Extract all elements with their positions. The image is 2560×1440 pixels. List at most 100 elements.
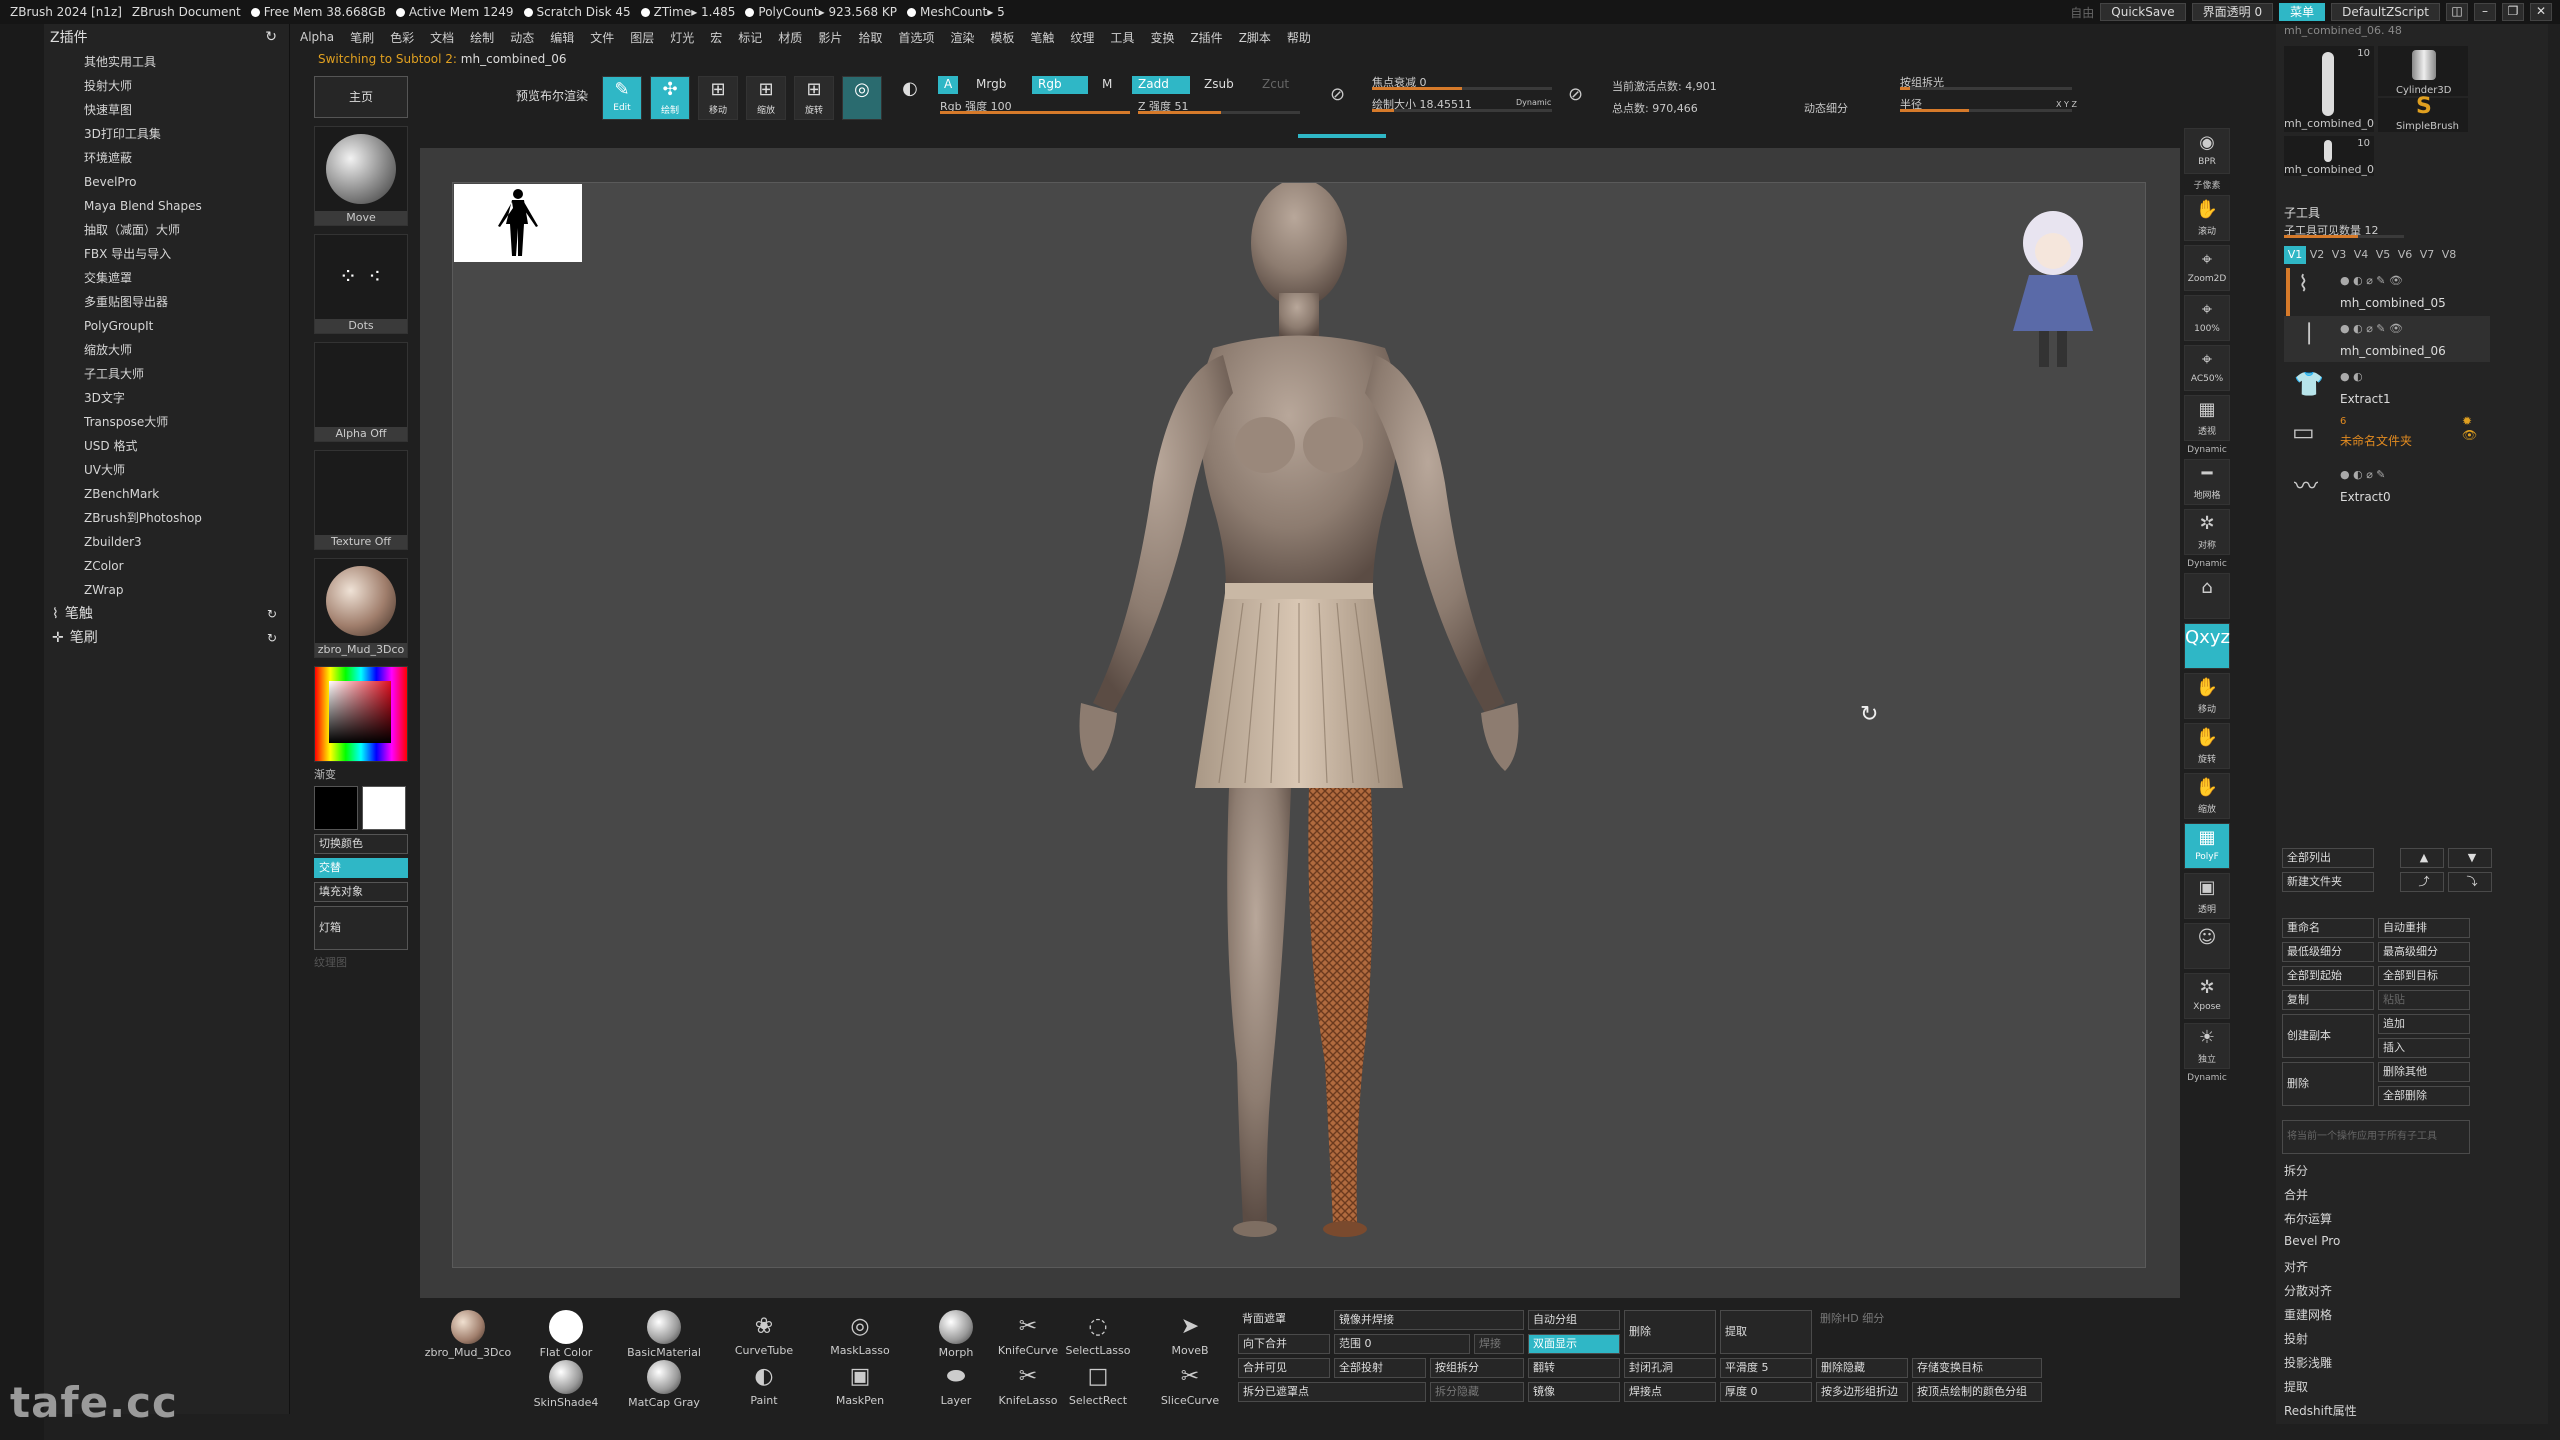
close-icon[interactable]: ✕	[2530, 3, 2552, 21]
view-shelf-button[interactable]: ✋ 缩放	[2184, 773, 2230, 819]
menu-item[interactable]: 标记	[738, 29, 762, 46]
plugin-item[interactable]: 抽取（减面）大师	[44, 218, 289, 242]
zadd-toggle[interactable]: Zadd	[1132, 76, 1190, 94]
menu-item[interactable]: 编辑	[550, 29, 574, 46]
lowest-subdiv-button[interactable]: 最低级细分	[2282, 942, 2374, 962]
subtool-visibility-toggles[interactable]: ● ◐	[2340, 370, 2363, 383]
document-canvas[interactable]	[452, 179, 2146, 1268]
view-shelf-button[interactable]: ⌖ 100%	[2184, 295, 2230, 341]
view-shelf-button[interactable]: ✲ Xpose	[2184, 973, 2230, 1019]
quicksave-button[interactable]: QuickSave	[2100, 3, 2186, 21]
zplugin-header[interactable]: Z插件 ↻	[44, 24, 289, 50]
folder-up-icon[interactable]: ⤴	[2400, 872, 2444, 892]
menu-item[interactable]: 材质	[778, 29, 802, 46]
z-intensity-slider[interactable]: Z 强度 51	[1138, 98, 1300, 114]
group-split-button[interactable]: 按组拆分	[1430, 1358, 1524, 1378]
plugin-item[interactable]: PolyGroupIt	[44, 314, 289, 338]
insert-button[interactable]: 插入	[2378, 1038, 2470, 1058]
home-button[interactable]: 主页	[314, 76, 408, 118]
plugin-item[interactable]: 3D打印工具集	[44, 122, 289, 146]
version-tab[interactable]: V6	[2394, 246, 2416, 264]
menu-item[interactable]: 宏	[710, 29, 722, 46]
rename-button[interactable]: 重命名	[2282, 918, 2374, 938]
polypaint-group-button[interactable]: 按顶点绘制的颜色分组	[1912, 1382, 2042, 1402]
all-to-target-button[interactable]: 全部到目标	[2378, 966, 2470, 986]
menu-item[interactable]: 动态	[510, 29, 534, 46]
folder-down-icon[interactable]: ⤵	[2448, 872, 2492, 892]
view-shelf-button[interactable]: Qxyz	[2184, 623, 2230, 669]
plugin-item[interactable]: ZColor	[44, 554, 289, 578]
split-hidden-button[interactable]: 拆分隐藏	[1430, 1382, 1524, 1402]
merge-visible-button[interactable]: 合并可见	[1238, 1358, 1330, 1378]
menu-item[interactable]: 变换	[1150, 29, 1174, 46]
plugin-item[interactable]: 3D文字	[44, 386, 289, 410]
fill-object-button[interactable]: 填充对象	[314, 882, 408, 902]
subtool-visibility-toggles[interactable]: ● ◐ ⌀ ✎	[2340, 468, 2386, 481]
tool-section-link[interactable]: 布尔运算	[2284, 1210, 2332, 1227]
delete-all-button[interactable]: 全部删除	[2378, 1086, 2470, 1106]
scale-button[interactable]: ⊞ 缩放	[746, 76, 786, 120]
plugin-item[interactable]: ZBrush到Photoshop	[44, 506, 289, 530]
zcut-toggle[interactable]: Zcut	[1256, 76, 1295, 94]
mrgb-toggle[interactable]: Mrgb	[970, 76, 1012, 94]
split-masked-button[interactable]: 拆分已遮罩点	[1238, 1382, 1426, 1402]
view-shelf-button[interactable]: ✲ 对称	[2184, 509, 2230, 555]
view-shelf-button[interactable]: ✋ 旋转	[2184, 723, 2230, 769]
shelf-brush-item[interactable]: BasicMaterial	[616, 1310, 712, 1359]
group-split-slider[interactable]: 按组拆光	[1900, 74, 2072, 90]
plugin-item[interactable]: 缩放大师	[44, 338, 289, 362]
material-selector[interactable]: zbro_Mud_3Dco	[314, 558, 408, 658]
shelf-brush-item[interactable]: ✂ SliceCurve	[1142, 1360, 1238, 1407]
version-tab[interactable]: V7	[2416, 246, 2438, 264]
menu-item[interactable]: 图层	[630, 29, 654, 46]
tool-section-link[interactable]: Redshift属性	[2284, 1402, 2357, 1419]
view-shelf-button[interactable]: ✋ 滚动	[2184, 195, 2230, 241]
append-button[interactable]: 追加	[2378, 1014, 2470, 1034]
focal-shift-slider[interactable]: 焦点衰减 0	[1372, 74, 1552, 90]
shelf-brush-item[interactable]: ◐ Paint	[716, 1360, 812, 1407]
tool-thumb-cylinder[interactable]: Cylinder3D	[2378, 46, 2468, 96]
shelf-brush-item[interactable]: zbro_Mud_3Dco	[420, 1310, 516, 1359]
tool-section-link[interactable]: 重建网格	[2284, 1306, 2332, 1323]
radius-slider[interactable]: 半径	[1900, 96, 2072, 112]
version-tab[interactable]: V2	[2306, 246, 2328, 264]
main-color-swatch[interactable]	[362, 786, 406, 830]
auto-reorder-button[interactable]: 自动重排	[2378, 918, 2470, 938]
subtool-row-2[interactable]: ❘ ● ◐ ⌀ ✎ 👁 mh_combined_06	[2284, 316, 2490, 362]
view-shelf-button[interactable]: ⌖ AC50%	[2184, 345, 2230, 391]
tool-section-link[interactable]: 分散对齐	[2284, 1282, 2332, 1299]
menu-item[interactable]: 笔触	[1030, 29, 1054, 46]
shelf-brush-item[interactable]: ◎ MaskLasso	[812, 1310, 908, 1357]
tool-thumb-2[interactable]: 10 mh_combined_0	[2284, 136, 2374, 176]
version-tab[interactable]: V5	[2372, 246, 2394, 264]
minimize-icon[interactable]: –	[2474, 3, 2496, 21]
alpha-selector[interactable]: Alpha Off	[314, 342, 408, 442]
view-shelf-button[interactable]: ⌖ Zoom2D	[2184, 245, 2230, 291]
plugin-item[interactable]: Maya Blend Shapes	[44, 194, 289, 218]
menu-item[interactable]: 色彩	[390, 29, 414, 46]
shelf-brush-item[interactable]: Flat Color	[518, 1310, 614, 1359]
plugin-item[interactable]: BevelPro	[44, 170, 289, 194]
m-toggle[interactable]: M	[1096, 76, 1118, 94]
range-slider[interactable]: 范围 0	[1334, 1334, 1470, 1354]
plugin-item[interactable]: 快速草图	[44, 98, 289, 122]
version-tab[interactable]: V8	[2438, 246, 2460, 264]
shelf-brush-item[interactable]: MatCap Gray	[616, 1360, 712, 1409]
paste-button[interactable]: 粘贴	[2378, 990, 2470, 1010]
plugin-item[interactable]: 交集遮罩	[44, 266, 289, 290]
shelf-brush-item[interactable]: □ SelectRect	[1050, 1360, 1146, 1407]
alternate-button[interactable]: 交替	[314, 858, 408, 878]
plugin-item[interactable]: 子工具大师	[44, 362, 289, 386]
rgb-toggle[interactable]: Rgb	[1032, 76, 1088, 94]
menu-item[interactable]: 拾取	[858, 29, 882, 46]
plugin-item[interactable]: Transpose大师	[44, 410, 289, 434]
color-picker-square[interactable]	[329, 681, 391, 743]
move-up-icon[interactable]: ▲	[2400, 848, 2444, 868]
menu-item[interactable]: 灯光	[670, 29, 694, 46]
double-side-button[interactable]: 双面显示	[1528, 1334, 1620, 1354]
draw-button[interactable]: ✣ 绘制	[650, 76, 690, 120]
a-toggle[interactable]: A	[938, 76, 959, 94]
texture-selector[interactable]: Texture Off	[314, 450, 408, 550]
rotate-button[interactable]: ⊞ 旋转	[794, 76, 834, 120]
menu-item[interactable]: 渲染	[950, 29, 974, 46]
